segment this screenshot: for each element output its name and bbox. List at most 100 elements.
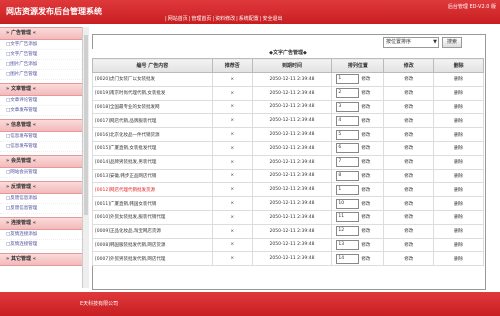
sidebar-item[interactable]: □信息发布管理	[0, 132, 82, 142]
nav-profile-link[interactable]: 资料修改	[215, 16, 235, 22]
ad-title-link[interactable]: [0019]南京时尚代理代销,女装批发	[92, 85, 213, 101]
ad-title-link[interactable]: [0015]广厦直销,女装批发代理	[92, 140, 213, 156]
edit-link[interactable]: 修改	[383, 209, 435, 225]
nav-admin-home-link[interactable]: 管理首页	[191, 16, 211, 22]
sidebar-item[interactable]: □图片广告添加	[0, 60, 82, 70]
delete-link[interactable]: 删除	[433, 154, 484, 170]
delete-link[interactable]: 删除	[433, 168, 484, 184]
sort-select[interactable]: 按位置排序 ▼	[383, 37, 439, 48]
scrollbar-thumb[interactable]	[84, 35, 88, 215]
ad-title-link[interactable]: [0011]广厦直销,韩国女装代销	[92, 196, 213, 211]
rank-input[interactable]: 11	[336, 212, 360, 223]
rank-edit-button[interactable]: 修改	[361, 90, 370, 96]
search-button[interactable]: 搜索	[442, 37, 463, 48]
edit-link[interactable]: 修改	[383, 99, 435, 115]
delete-link[interactable]: 删除	[433, 196, 484, 211]
sidebar-item[interactable]: □网站会员管理	[0, 168, 82, 178]
rank-input[interactable]: 4	[336, 115, 360, 126]
sidebar-group-title[interactable]: » 连接管理 «	[0, 217, 82, 230]
delete-link[interactable]: 删除	[433, 127, 484, 142]
rank-input[interactable]: 14	[336, 253, 360, 264]
sidebar-item[interactable]: □文字广告添加	[0, 40, 82, 50]
rank-edit-button[interactable]: 修改	[361, 201, 370, 207]
rank-input[interactable]: 10	[336, 198, 360, 209]
ad-title-link[interactable]: [0010]外贸女装批发,服装代销代理	[92, 209, 213, 225]
sidebar-item[interactable]: □友情连接管理	[0, 240, 82, 250]
rank-edit-button[interactable]: 修改	[361, 132, 370, 138]
nav-config-link[interactable]: 系统配置	[239, 16, 259, 22]
edit-link[interactable]: 修改	[383, 251, 435, 267]
sidebar-item[interactable]: □文章评论管理	[0, 96, 82, 106]
edit-link[interactable]: 修改	[383, 113, 435, 129]
nav-home-link[interactable]: 网站首页	[168, 16, 188, 22]
ad-title-link[interactable]: [0009]正品化妆品,淘宝网店货源	[92, 223, 213, 239]
rank-input[interactable]: 8	[336, 170, 360, 181]
delete-link[interactable]: 删除	[433, 113, 484, 129]
rank-edit-button[interactable]: 修改	[361, 159, 370, 165]
delete-link[interactable]: 删除	[433, 99, 484, 115]
delete-link[interactable]: 删除	[433, 251, 484, 267]
rank-edit-button[interactable]: 修改	[361, 256, 370, 262]
rank-input[interactable]: 3	[336, 101, 360, 112]
delete-link[interactable]: 删除	[433, 72, 484, 87]
edit-link[interactable]: 修改	[383, 196, 435, 211]
sidebar-group-title[interactable]: » 会员管理 «	[0, 155, 82, 168]
rank-edit-button[interactable]: 修改	[361, 242, 370, 248]
rank-edit-button[interactable]: 修改	[361, 76, 370, 82]
ad-title-link[interactable]: [0012]网店代理代销批发货源	[92, 182, 213, 198]
edit-link[interactable]: 修改	[383, 127, 435, 142]
edit-link[interactable]: 修改	[383, 168, 435, 184]
edit-link[interactable]: 修改	[383, 85, 435, 101]
sidebar-group-title[interactable]: » 文章管理 «	[0, 83, 82, 96]
rank-input[interactable]: 13	[336, 239, 360, 250]
sidebar-item[interactable]: □文章发布管理	[0, 106, 82, 116]
delete-link[interactable]: 删除	[433, 85, 484, 101]
sidebar-item[interactable]: □反馈信息添加	[0, 194, 82, 204]
edit-link[interactable]: 修改	[383, 182, 435, 198]
sidebar-item[interactable]: □友情连接添加	[0, 230, 82, 240]
sidebar-item[interactable]: □文字广告管理	[0, 50, 82, 60]
sidebar-item[interactable]: □图片广告管理	[0, 70, 82, 80]
delete-link[interactable]: 删除	[433, 209, 484, 225]
rank-edit-button[interactable]: 修改	[361, 173, 370, 179]
sidebar-item[interactable]: □信息发布管理	[0, 142, 82, 152]
ad-title-link[interactable]: [0007]外贸男装批发代销,网店代理	[92, 251, 213, 267]
sidebar-group-other: » 其它管理 «	[0, 253, 82, 266]
delete-link[interactable]: 删除	[433, 140, 484, 156]
sidebar-group-title[interactable]: » 广告管理 «	[0, 27, 82, 40]
ad-title-link[interactable]: [0018]全国最专业的女装批发网	[92, 99, 213, 115]
rank-edit-button[interactable]: 修改	[361, 228, 370, 234]
sidebar-item[interactable]: □反馈信息管理	[0, 204, 82, 214]
rank-edit-button[interactable]: 修改	[361, 104, 370, 110]
rank-input[interactable]: 1	[336, 184, 360, 195]
sidebar-group-title[interactable]: » 反馈管理 «	[0, 181, 82, 194]
sidebar-group-title[interactable]: » 信息管理 «	[0, 119, 82, 132]
delete-link[interactable]: 删除	[433, 223, 484, 239]
rank-input[interactable]: 5	[336, 129, 360, 140]
edit-link[interactable]: 修改	[383, 72, 435, 87]
edit-link[interactable]: 修改	[383, 154, 435, 170]
rank-edit-button[interactable]: 修改	[361, 118, 370, 124]
delete-link[interactable]: 删除	[433, 182, 484, 198]
rank-input[interactable]: 7	[336, 157, 360, 168]
rank-edit-button[interactable]: 修改	[361, 214, 370, 220]
ad-title-link[interactable]: [0014]品牌男装批发,男装代理	[92, 154, 213, 170]
rank-input[interactable]: 1	[336, 74, 360, 85]
rank-input[interactable]: 2	[336, 88, 360, 99]
ad-title-link[interactable]: [0008]韩国服装批发代销,网店货源	[92, 237, 213, 253]
ad-title-link[interactable]: [0017]网店代销,品牌服装代理	[92, 113, 213, 129]
delete-link[interactable]: 删除	[433, 237, 484, 253]
rank-input[interactable]: 12	[336, 226, 360, 237]
sidebar-group-title[interactable]: » 其它管理 «	[0, 253, 82, 266]
rank-input[interactable]: 6	[336, 143, 360, 154]
rank-edit-button[interactable]: 修改	[361, 187, 370, 193]
edit-link[interactable]: 修改	[383, 223, 435, 239]
sidebar-scrollbar[interactable]	[82, 27, 89, 288]
edit-link[interactable]: 修改	[383, 140, 435, 156]
rank-edit-button[interactable]: 修改	[361, 145, 370, 151]
ad-title-link[interactable]: [0013]安徽,韩步正品网店代销	[92, 168, 213, 184]
ad-title-link[interactable]: [0016]北京化妆品一件代销货源	[92, 127, 213, 142]
edit-link[interactable]: 修改	[383, 237, 435, 253]
ad-title-link[interactable]: [0020]虎门女装厂以女装批发	[92, 72, 213, 87]
nav-logout-link[interactable]: 安全退出	[263, 16, 283, 22]
